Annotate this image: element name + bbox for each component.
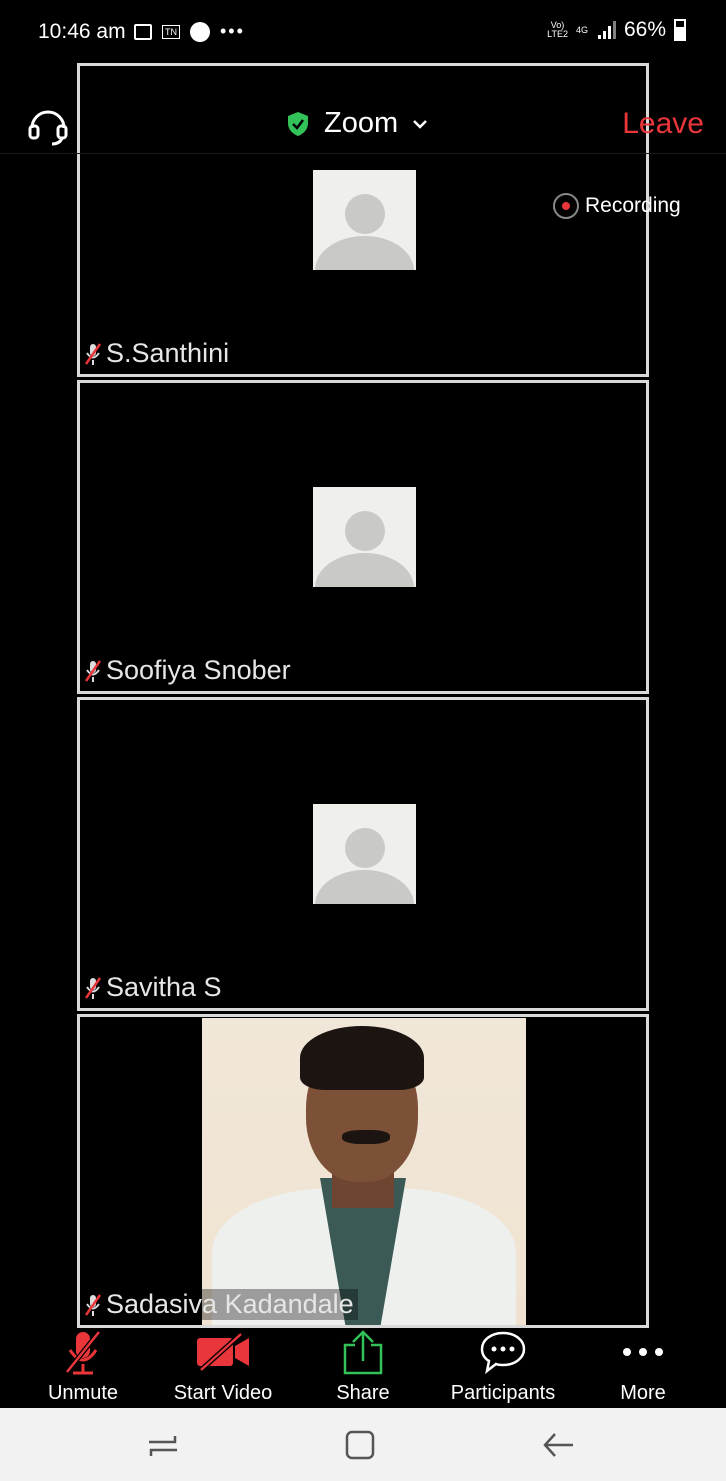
back-icon[interactable] (539, 1430, 579, 1460)
participant-name-label: Savitha S (84, 972, 226, 1003)
mic-off-icon (84, 1293, 102, 1316)
meeting-top-bar: Zoom Leave (0, 95, 726, 154)
recording-icon (553, 193, 579, 219)
start-video-button[interactable]: Start Video (153, 1328, 293, 1405)
participant-tile[interactable]: Soofiya Snober (77, 380, 649, 694)
more-button[interactable]: More (573, 1328, 713, 1405)
tn-badge: TN (162, 24, 180, 39)
leave-button[interactable]: Leave (622, 107, 704, 141)
participants-button[interactable]: Participants (433, 1328, 573, 1405)
participant-name-label: Sadasiva Kadandale (84, 1289, 358, 1320)
video-off-icon (197, 1332, 249, 1372)
participant-name-label: S.Santhini (84, 338, 234, 369)
chat-bubble-icon (480, 1331, 526, 1374)
ball-icon (190, 21, 210, 42)
share-icon (343, 1330, 383, 1375)
system-status: Vo) LTE2 4G 66% (547, 18, 686, 42)
notification-icons: TN ••• (134, 21, 245, 42)
participant-tile[interactable]: Savitha S (77, 697, 649, 1011)
participant-tile[interactable]: Sadasiva Kadandale (77, 1014, 649, 1328)
headset-icon[interactable] (26, 104, 70, 148)
battery-percent: 66% (623, 18, 666, 41)
avatar-placeholder (313, 487, 416, 587)
meeting-title-button[interactable]: Zoom (286, 107, 428, 140)
status-bar: 10:46 am TN ••• Vo) LTE2 4G 66% (0, 0, 726, 62)
recording-indicator: Recording (553, 193, 681, 219)
image-icon (134, 23, 152, 40)
mic-off-icon (65, 1330, 101, 1375)
unmute-button[interactable]: Unmute (13, 1328, 153, 1405)
recording-label: Recording (585, 194, 681, 217)
meeting-toolbar: Unmute Start Video Share Participants Mo… (0, 1328, 726, 1408)
shield-icon (288, 111, 308, 136)
avatar-placeholder (313, 804, 416, 904)
share-button[interactable]: Share (293, 1328, 433, 1405)
home-icon[interactable] (341, 1430, 381, 1460)
battery-icon (674, 19, 686, 41)
participant-name-label: Soofiya Snober (84, 655, 295, 686)
network-type: 4G (575, 24, 588, 35)
status-time: 10:46 am (38, 20, 126, 43)
system-nav-bar (0, 1408, 726, 1481)
more-dots-icon (623, 1348, 663, 1356)
meeting-title: Zoom (324, 107, 399, 139)
mic-off-icon (84, 976, 102, 999)
more-notifications-icon: ••• (220, 21, 245, 41)
participant-video (202, 1018, 526, 1325)
mic-off-icon (84, 342, 102, 365)
mic-off-icon (84, 659, 102, 682)
chevron-down-icon (413, 119, 428, 129)
signal-icon (596, 21, 616, 39)
recent-apps-icon[interactable] (143, 1430, 183, 1460)
volte-indicator: Vo) LTE2 (547, 20, 568, 39)
avatar-placeholder (313, 170, 416, 270)
